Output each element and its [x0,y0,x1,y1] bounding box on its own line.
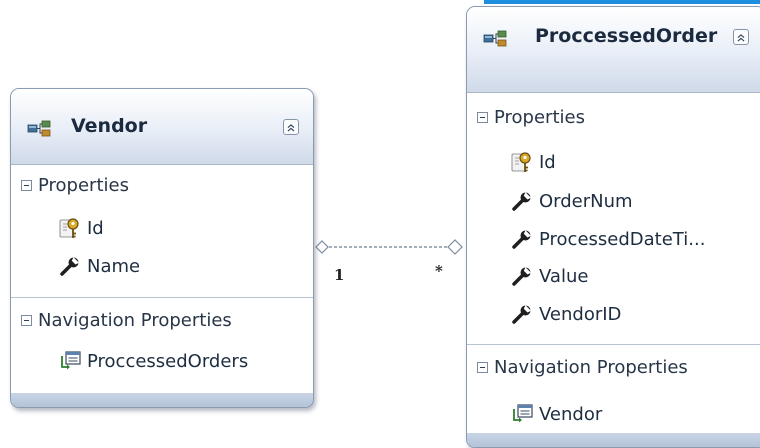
collapse-chevrons-icon [734,31,748,45]
vendor-entity[interactable]: Vendor Properties Id Name Navigation Pro… [10,88,314,408]
collapse-minus-icon[interactable] [21,314,32,326]
proccessedorder-properties-label: Properties [494,106,585,128]
wrench-icon [511,303,533,325]
proccessedorder-entity-title: ProccessedOrder [535,25,718,47]
proccessedorder-properties-section: Properties Id OrderNum ProcessedDateTi..… [467,93,760,345]
vendor-properties-section: Properties Id Name [11,165,313,298]
vendor-collapse-button[interactable] [283,119,299,135]
top-accent-bar [484,0,760,4]
order-property-processeddatetime[interactable]: ProcessedDateTi... [511,225,705,253]
vendor-entity-footer [11,393,313,407]
order-multiplicity: * [435,262,443,280]
navigation-icon [59,350,81,372]
entity-type-icon [27,119,53,137]
vendor-entity-title: Vendor [71,115,148,137]
key-icon [59,217,81,239]
proccessedorder-collapse-button[interactable] [733,29,749,45]
wrench-icon [511,190,533,212]
property-name: ProcessedDateTi... [539,228,706,250]
vendor-navigation-label: Navigation Properties [38,309,232,331]
collapse-chevrons-icon [284,121,298,135]
proccessedorder-entity[interactable]: ProccessedOrder Properties Id OrderNum P… [466,6,760,448]
order-property-ordernum[interactable]: OrderNum [511,187,633,215]
vendor-properties-header[interactable]: Properties [21,173,129,197]
wrench-icon [59,255,81,277]
property-name: Id [87,217,104,239]
vendor-property-id[interactable]: Id [59,214,104,242]
vendor-entity-header[interactable]: Vendor [11,89,313,165]
collapse-minus-icon[interactable] [21,179,32,191]
vendor-end-diamond [315,240,329,254]
order-navigation-vendor[interactable]: Vendor [511,400,602,428]
order-property-vendorid[interactable]: VendorID [511,300,621,328]
navigation-icon [511,403,533,425]
collapse-minus-icon[interactable] [477,361,488,373]
order-property-id[interactable]: Id [511,148,556,176]
property-name: Name [87,255,141,277]
proccessedorder-properties-header[interactable]: Properties [477,105,585,129]
vendor-multiplicity: 1 [334,266,345,284]
proccessedorder-entity-header[interactable]: ProccessedOrder [467,7,760,93]
wrench-icon [511,265,533,287]
property-name: Value [539,265,589,287]
proccessedorder-navigation-label: Navigation Properties [494,356,688,378]
order-property-value[interactable]: Value [511,262,588,290]
navigation-property-name: Vendor [539,403,603,425]
order-end-diamond [447,239,463,255]
property-name: Id [539,151,556,173]
vendor-navigation-header[interactable]: Navigation Properties [21,308,232,332]
vendor-property-name[interactable]: Name [59,252,140,280]
entity-type-icon [483,29,509,47]
property-name: VendorID [539,303,622,325]
vendor-navigation-section: Navigation Properties ProccessedOrders [11,298,313,393]
collapse-minus-icon[interactable] [477,111,488,123]
property-name: OrderNum [539,190,633,212]
proccessedorder-navigation-header[interactable]: Navigation Properties [477,355,688,379]
vendor-navigation-proccessedorders[interactable]: ProccessedOrders [59,347,248,375]
key-icon [511,151,533,173]
navigation-property-name: ProccessedOrders [87,350,249,372]
vendor-properties-label: Properties [38,174,129,196]
wrench-icon [511,228,533,250]
proccessedorder-entity-footer [467,433,760,447]
